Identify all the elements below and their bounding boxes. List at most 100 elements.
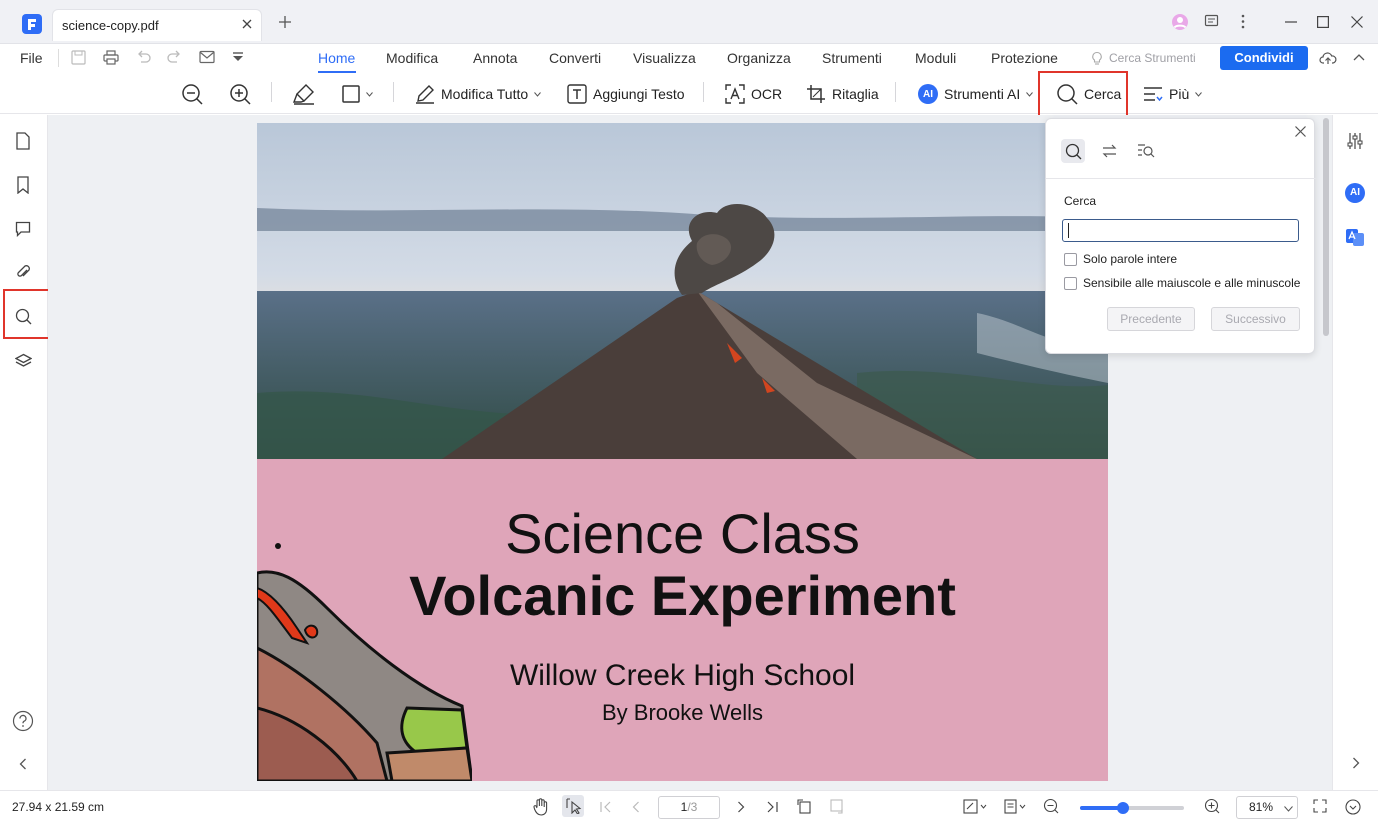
full-screen-icon[interactable] — [1313, 799, 1327, 813]
tab-moduli[interactable]: Moduli — [915, 50, 956, 66]
divider — [58, 49, 59, 67]
expand-right-panel-icon[interactable] — [1352, 757, 1360, 769]
ocr-label: OCR — [751, 86, 783, 102]
minimize-icon[interactable] — [1285, 21, 1297, 23]
rectangle-icon — [342, 85, 360, 103]
match-case-label: Sensibile alle maiuscole e alle minuscol… — [1083, 276, 1301, 290]
attachment-icon[interactable] — [15, 264, 31, 280]
pen-icon — [415, 84, 435, 104]
crop-page-icon[interactable] — [830, 799, 845, 814]
read-mode-icon[interactable] — [1345, 799, 1361, 815]
zoom-out-small-icon[interactable] — [1043, 798, 1059, 814]
quick-access-dropdown-icon[interactable] — [232, 52, 244, 62]
collapse-ribbon-icon[interactable] — [1353, 53, 1365, 61]
fit-page-icon[interactable] — [963, 799, 987, 814]
search-icon — [1065, 143, 1082, 160]
tab-annota[interactable]: Annota — [473, 50, 517, 66]
layers-icon[interactable] — [15, 353, 32, 369]
highlight-button[interactable] — [293, 80, 315, 108]
text-cursor — [1068, 223, 1069, 238]
close-tab-icon[interactable] — [241, 18, 253, 30]
first-page-icon[interactable] — [600, 801, 612, 813]
zoom-out-button[interactable] — [181, 80, 203, 108]
last-page-icon[interactable] — [766, 801, 778, 813]
properties-icon[interactable] — [1346, 132, 1364, 150]
tab-modifica[interactable]: Modifica — [386, 50, 438, 66]
tab-home[interactable]: Home — [318, 50, 355, 66]
total-pages: /3 — [687, 800, 698, 814]
page-thumbnails-icon[interactable] — [15, 132, 31, 150]
redo-icon[interactable] — [167, 50, 182, 64]
cloud-upload-icon[interactable] — [1319, 51, 1337, 65]
more-button[interactable]: Più — [1143, 80, 1203, 108]
tab-strumenti[interactable]: Strumenti — [822, 50, 882, 66]
whole-words-option[interactable]: Solo parole intere — [1064, 252, 1177, 266]
tab-organizza[interactable]: Organizza — [727, 50, 791, 66]
zoom-level-select[interactable]: 81% — [1236, 796, 1298, 819]
maximize-icon[interactable] — [1317, 16, 1329, 28]
user-avatar-icon[interactable] — [1171, 13, 1189, 31]
share-button[interactable]: Condividi — [1220, 46, 1308, 70]
zoom-slider-handle[interactable] — [1116, 802, 1129, 814]
new-tab-icon[interactable] — [278, 15, 292, 29]
shape-button[interactable] — [342, 80, 373, 108]
add-text-button[interactable]: Aggiungi Testo — [567, 80, 685, 108]
translate-icon[interactable] — [1345, 227, 1365, 247]
vertical-scrollbar[interactable] — [1323, 118, 1329, 336]
print-icon[interactable] — [103, 50, 119, 65]
ai-assistant-icon[interactable]: AI — [1345, 183, 1365, 203]
chevron-down-icon — [1026, 91, 1034, 97]
close-panel-icon[interactable] — [1295, 126, 1306, 137]
save-icon[interactable] — [71, 50, 86, 65]
active-tab-indicator — [318, 71, 356, 73]
whole-words-label: Solo parole intere — [1083, 252, 1178, 266]
tab-converti[interactable]: Converti — [549, 50, 601, 66]
previous-button[interactable]: Precedente — [1107, 307, 1195, 331]
page-layout-icon[interactable] — [1004, 799, 1028, 814]
next-button[interactable]: Successivo — [1211, 307, 1300, 331]
chevron-down-icon — [534, 91, 542, 97]
status-bar: 27.94 x 21.59 cm 1/3 81% — [0, 790, 1378, 823]
hand-tool-icon[interactable] — [533, 798, 549, 816]
help-icon[interactable] — [12, 710, 34, 732]
more-options-icon[interactable] — [1240, 14, 1246, 29]
previous-page-icon[interactable] — [632, 801, 640, 813]
pdf-page[interactable]: Science Class Volcanic Experiment Willow… — [257, 123, 1108, 781]
whole-words-checkbox[interactable] — [1064, 252, 1077, 266]
tab-protezione[interactable]: Protezione — [991, 50, 1058, 66]
document-tab-title: science-copy.pdf — [62, 18, 159, 33]
menu-row: File Home Modifica Annota Converti Visua… — [0, 44, 1378, 74]
document-tab[interactable]: science-copy.pdf — [52, 9, 262, 41]
close-window-icon[interactable] — [1351, 16, 1363, 28]
zoom-slider[interactable] — [1080, 802, 1184, 814]
replace-icon[interactable] — [1101, 144, 1118, 158]
bookmark-icon[interactable] — [15, 176, 31, 194]
message-icon[interactable] — [1204, 14, 1219, 29]
ai-tools-button[interactable]: AI Strumenti AI — [918, 80, 1034, 108]
edit-all-button[interactable]: Modifica Tutto — [415, 80, 542, 108]
zoom-in-button[interactable] — [229, 80, 251, 108]
crop-button[interactable]: Ritaglia — [806, 80, 879, 108]
page-number-field[interactable]: 1/3 — [658, 796, 720, 819]
divider — [271, 82, 272, 102]
tab-visualizza[interactable]: Visualizza — [633, 50, 696, 66]
next-page-icon[interactable] — [737, 801, 745, 813]
search-button-highlight — [1038, 71, 1128, 119]
collapse-left-panel-icon[interactable] — [19, 758, 27, 770]
undo-icon[interactable] — [136, 50, 151, 64]
search-input[interactable] — [1062, 219, 1299, 242]
rotate-page-icon[interactable] — [797, 799, 812, 814]
select-cursor-icon — [566, 798, 582, 814]
ocr-button[interactable]: OCR — [725, 80, 782, 108]
comment-icon[interactable] — [15, 221, 31, 237]
chevron-down-icon — [1284, 806, 1293, 812]
search-sidebar-highlight — [3, 289, 50, 339]
advanced-search-icon[interactable] — [1137, 143, 1155, 159]
zoom-in-small-icon[interactable] — [1204, 798, 1220, 814]
match-case-option[interactable]: Sensibile alle maiuscole e alle minuscol… — [1064, 276, 1300, 290]
search-tools-field[interactable]: Cerca Strumenti — [1109, 51, 1196, 65]
match-case-checkbox[interactable] — [1064, 276, 1077, 290]
file-menu[interactable]: File — [20, 50, 43, 66]
email-icon[interactable] — [199, 50, 215, 64]
search-field-label: Cerca — [1064, 194, 1097, 208]
